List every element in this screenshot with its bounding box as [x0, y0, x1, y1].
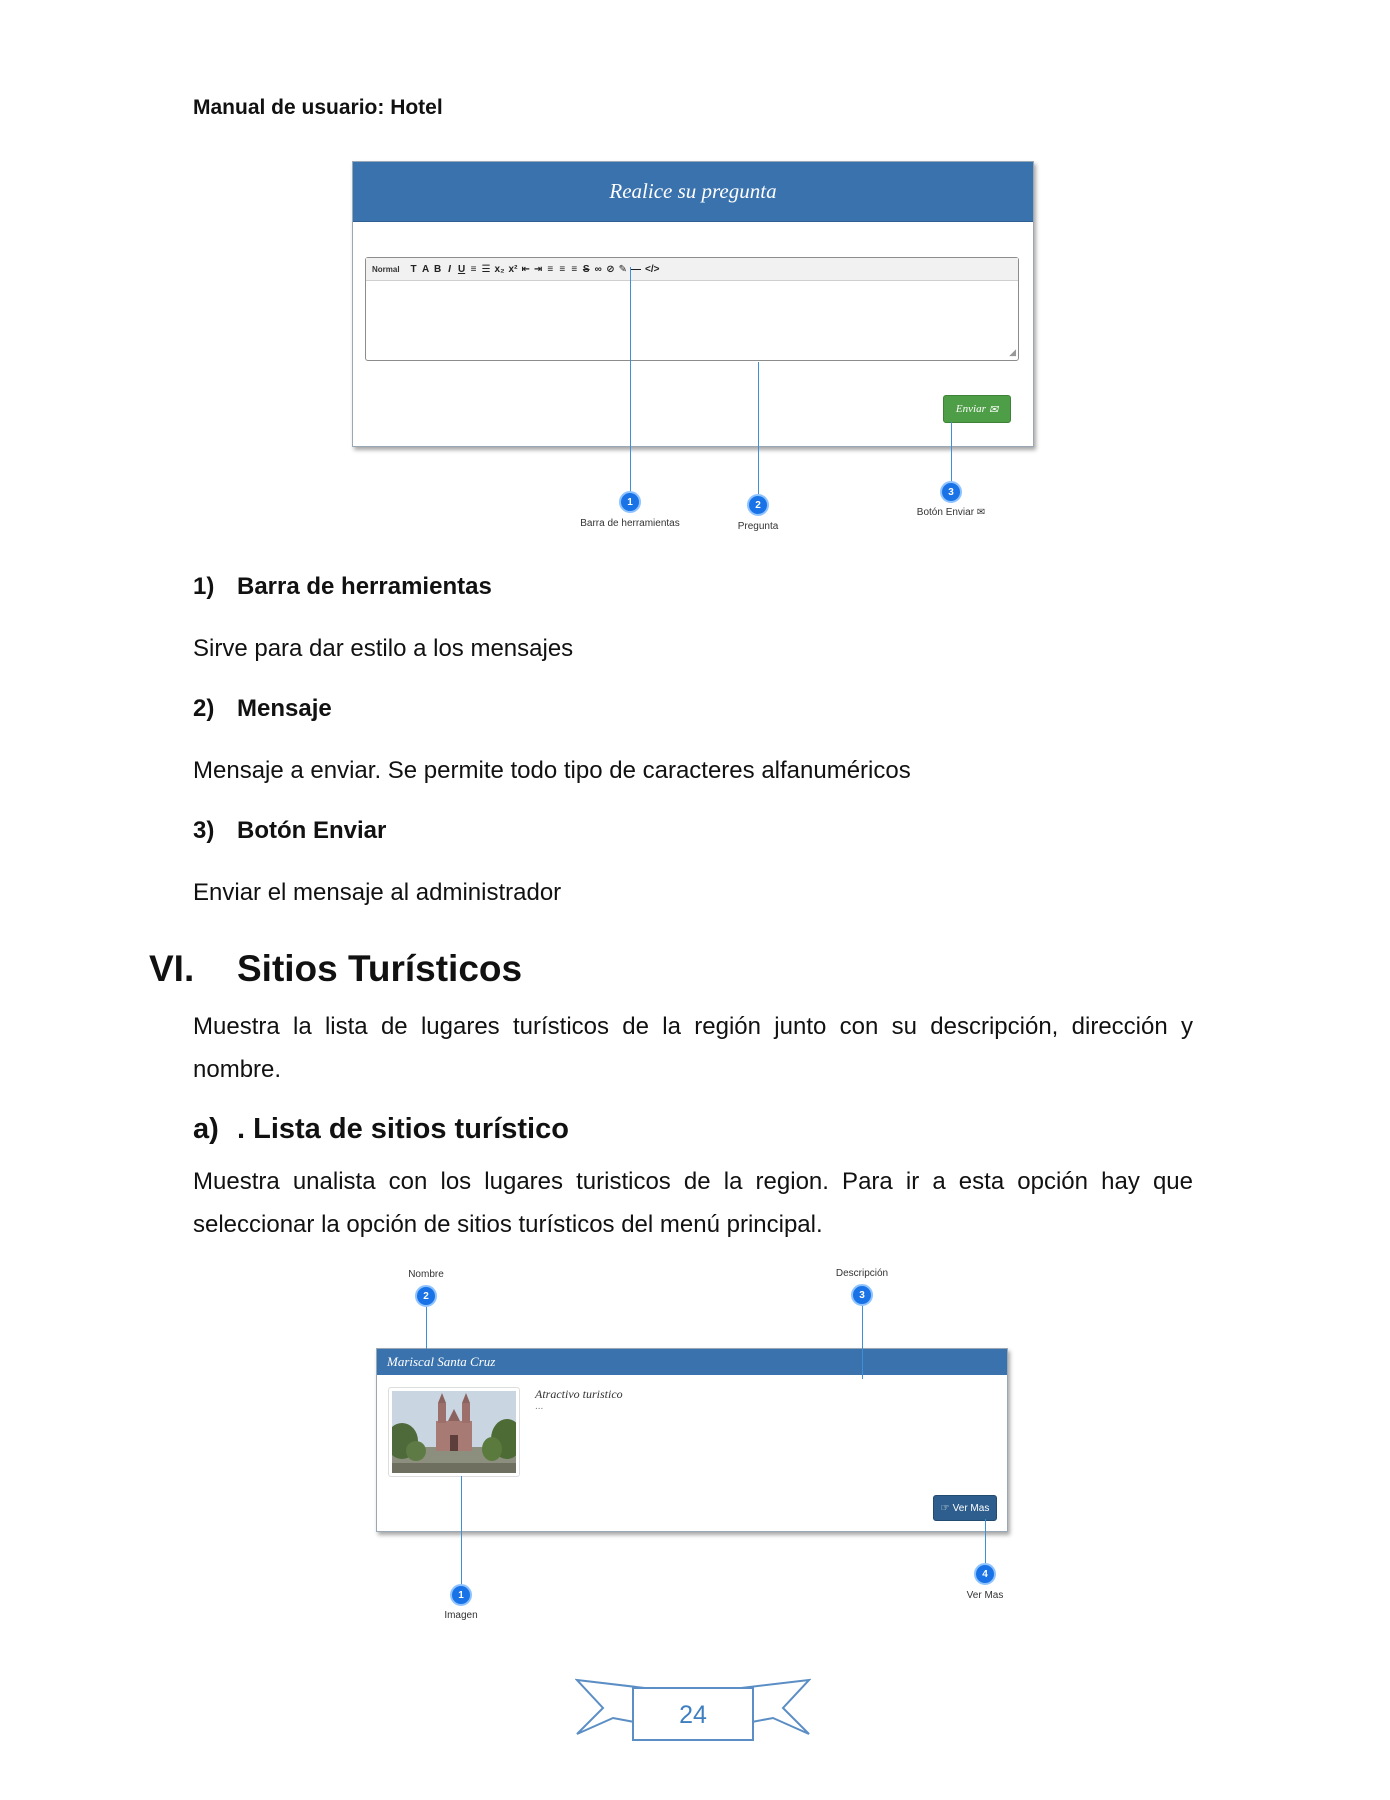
indent-icon[interactable]: ⇥: [534, 264, 542, 275]
callout-label-send-button: Botón Enviar ✉: [916, 507, 986, 518]
tourist-site-card-screenshot: Mariscal Santa Cruz Atractivo turistico …: [376, 1348, 1008, 1532]
underline-icon[interactable]: U: [458, 264, 466, 275]
item-title: Botón Enviar: [237, 817, 387, 844]
callout-label-see-more: Ver Mas: [966, 1590, 1004, 1601]
callout-marker-3: 3: [940, 481, 962, 503]
message-textarea[interactable]: [366, 281, 1018, 360]
callout-label-description: Descripción: [835, 1268, 889, 1279]
item-number: 1): [193, 573, 215, 600]
section-heading: VI. Sitios Turísticos: [149, 948, 522, 990]
unlink-icon[interactable]: ⊘: [606, 264, 614, 275]
page-number: 24: [679, 1701, 707, 1729]
style-select[interactable]: Normal: [372, 265, 400, 274]
item-description-toolbar: Sirve para dar estilo a los mensajes: [193, 635, 574, 662]
link-icon[interactable]: ∞: [594, 264, 602, 275]
envelope-icon: ✉: [988, 403, 999, 416]
site-name: Mariscal Santa Cruz: [387, 1354, 496, 1369]
subsection-number: a): [193, 1113, 219, 1145]
hand-pointer-icon: ☞: [940, 1502, 950, 1514]
send-button[interactable]: Enviar ✉: [943, 395, 1011, 423]
callout-label-name: Nombre: [408, 1269, 444, 1280]
callout-marker-2: 2: [415, 1285, 437, 1307]
church-photo-icon: [392, 1391, 516, 1473]
message-editor[interactable]: Normal T A B I U ≡ ☰ x₂ x² ⇤ ⇥ ≡ ≡ ≡ S ∞…: [365, 257, 1019, 361]
site-image[interactable]: [388, 1387, 520, 1477]
resize-handle-icon[interactable]: ◢: [1009, 347, 1016, 358]
item-number: 2): [193, 695, 215, 722]
callout-marker-1: 1: [450, 1584, 472, 1606]
ordered-list-icon[interactable]: ≡: [470, 264, 478, 275]
horizontal-rule-icon[interactable]: —: [631, 264, 641, 275]
callout-label-question: Pregunta: [737, 521, 779, 532]
clear-format-icon[interactable]: ✎: [619, 264, 627, 275]
bold-icon[interactable]: B: [434, 264, 442, 275]
callout-marker-3: 3: [851, 1284, 873, 1306]
item-description-message: Mensaje a enviar. Se permite todo tipo d…: [193, 757, 911, 784]
question-panel-title: Realice su pregunta: [609, 179, 777, 203]
item-heading-send-button: 3) Botón Enviar: [193, 817, 386, 845]
see-more-label: Ver Mas: [952, 1502, 990, 1514]
send-button-label: Enviar: [955, 403, 986, 415]
font-color-icon[interactable]: A: [422, 264, 430, 275]
section-title: Sitios Turísticos: [237, 948, 523, 989]
callout-label-image: Imagen: [444, 1610, 478, 1621]
item-heading-toolbar: 1) Barra de herramientas: [193, 573, 492, 601]
align-center-icon[interactable]: ≡: [558, 264, 566, 275]
callout-marker-4: 4: [974, 1563, 996, 1585]
callout-label-toolbar: Barra de herramientas: [580, 518, 680, 529]
item-number: 3): [193, 817, 215, 844]
subscript-icon[interactable]: x₂: [495, 264, 505, 275]
callout-line-send: [951, 422, 952, 482]
site-description: ...: [535, 1401, 544, 1412]
item-description-send-button: Enviar el mensaje al administrador: [193, 879, 562, 906]
callout-line-toolbar: [630, 267, 631, 501]
see-more-button[interactable]: ☞ Ver Mas: [933, 1495, 997, 1521]
site-category: Atractivo turistico: [535, 1387, 623, 1401]
subsection-heading: a) . Lista de sitios turístico: [193, 1113, 569, 1146]
subsection-paragraph: Muestra unalista con los lugares turisti…: [193, 1168, 1193, 1238]
editor-toolbar: Normal T A B I U ≡ ☰ x₂ x² ⇤ ⇥ ≡ ≡ ≡ S ∞…: [366, 258, 1018, 281]
source-code-icon[interactable]: </>: [645, 264, 659, 275]
align-right-icon[interactable]: ≡: [570, 264, 578, 275]
item-title: Barra de herramientas: [237, 573, 492, 600]
bullet-list-icon[interactable]: ☰: [482, 264, 491, 275]
italic-icon[interactable]: I: [446, 264, 454, 275]
item-heading-message: 2) Mensaje: [193, 695, 332, 723]
callout-line-image: [461, 1476, 462, 1594]
question-panel-header: Realice su pregunta: [353, 162, 1033, 222]
question-form-screenshot: Realice su pregunta Normal T A B I U ≡ ☰…: [352, 161, 1034, 447]
align-left-icon[interactable]: ≡: [546, 264, 554, 275]
subsection-title: . Lista de sitios turístico: [237, 1113, 569, 1145]
site-card-header: Mariscal Santa Cruz: [377, 1349, 1007, 1375]
font-size-icon[interactable]: T: [410, 264, 418, 275]
strikethrough-icon[interactable]: S: [582, 264, 590, 275]
callout-marker-2: 2: [747, 494, 769, 516]
document-header-title: Manual de usuario: Hotel: [193, 96, 443, 119]
item-title: Mensaje: [237, 695, 332, 722]
callout-line-description: [862, 1297, 863, 1379]
callout-line-message: [758, 362, 759, 504]
superscript-icon[interactable]: x²: [509, 264, 518, 275]
callout-marker-1: 1: [619, 491, 641, 513]
outdent-icon[interactable]: ⇤: [521, 264, 529, 275]
section-number: VI.: [149, 948, 195, 989]
section-intro-paragraph: Muestra la lista de lugares turísticos d…: [193, 1013, 1193, 1083]
